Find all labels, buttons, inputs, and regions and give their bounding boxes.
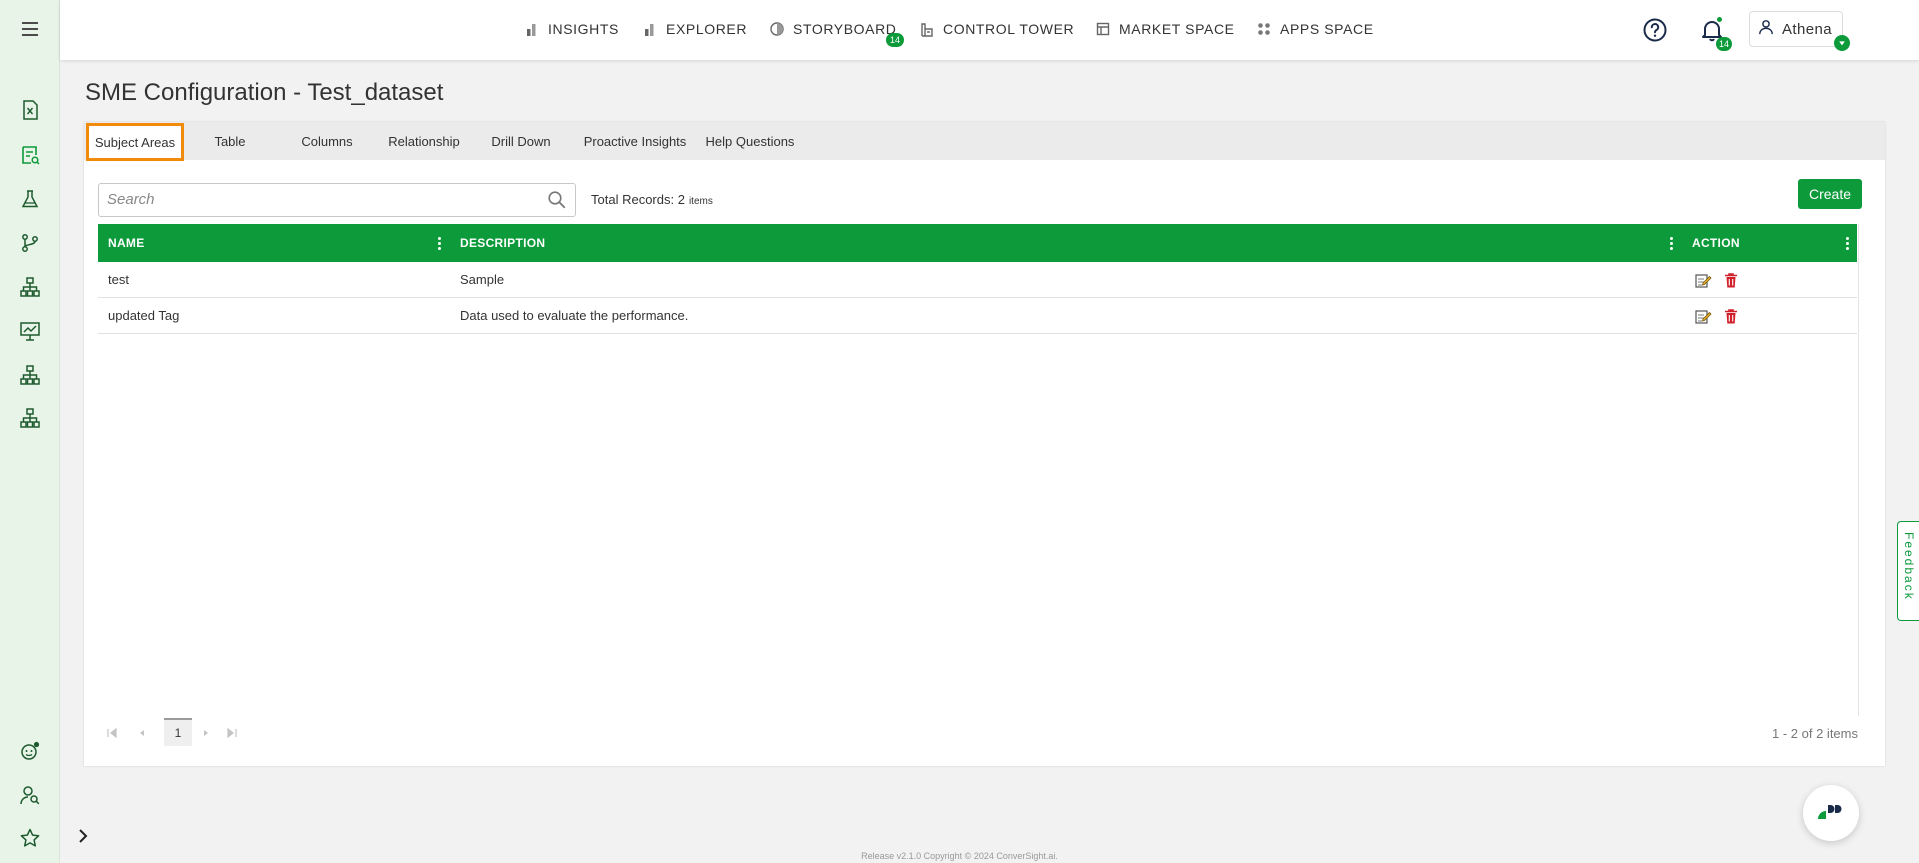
feedback-tab[interactable]: Feedback (1897, 521, 1919, 621)
excel-file-icon[interactable] (17, 97, 43, 123)
create-button[interactable]: Create (1798, 179, 1862, 209)
hierarchy-icon-2[interactable] (17, 362, 43, 388)
top-navigation: INSIGHTS EXPLORER STORYBOARD 14 CONTROL … (60, 0, 1919, 56)
previous-page-icon[interactable] (136, 727, 148, 739)
nav-control-tower-label: CONTROL TOWER (943, 21, 1075, 37)
hierarchy-icon-3[interactable] (17, 405, 43, 431)
nav-explorer-label: EXPLORER (666, 21, 748, 37)
presentation-chart-icon[interactable] (17, 318, 43, 344)
row-name: test (108, 272, 129, 287)
pagination-info: 1 - 2 of 2 items (1772, 726, 1858, 741)
insights-bar-icon (524, 21, 540, 37)
notification-badge: 14 (1716, 37, 1732, 51)
branch-icon[interactable] (17, 230, 43, 256)
top-bar: INSIGHTS EXPLORER STORYBOARD 14 CONTROL … (60, 0, 1919, 60)
nav-storyboard-label: STORYBOARD (793, 21, 897, 37)
total-records-label: Total Records: 2 (591, 192, 685, 207)
delete-icon[interactable] (1722, 307, 1740, 325)
feedback-label: Feedback (1902, 532, 1916, 601)
total-records-suffix: items (688, 196, 713, 207)
chat-assistant-button[interactable] (1803, 785, 1859, 841)
search-input[interactable] (99, 184, 535, 214)
table-row[interactable]: test Sample (98, 262, 1857, 298)
name-column-menu-icon[interactable] (436, 236, 442, 250)
search-icon[interactable] (547, 190, 567, 210)
nav-market-space[interactable]: MARKET SPACE (1095, 18, 1235, 40)
column-header-name[interactable]: NAME (108, 224, 145, 262)
edit-icon[interactable] (1694, 271, 1712, 289)
column-header-action: ACTION (1692, 236, 1740, 250)
nav-apps-space[interactable]: APPS SPACE (1256, 18, 1374, 40)
tab-table[interactable]: Table (192, 122, 268, 160)
tab-help-questions[interactable]: Help Questions (694, 122, 806, 160)
apps-space-icon (1256, 21, 1272, 37)
star-icon[interactable] (17, 825, 43, 851)
page-number-current[interactable]: 1 (164, 718, 192, 746)
footer-copyright: Release v2.1.0 Copyright © 2024 ConverSi… (861, 851, 1058, 861)
nav-explorer[interactable]: EXPLORER (642, 18, 747, 40)
data-report-icon[interactable] (17, 142, 43, 168)
tab-proactive-insights[interactable]: Proactive Insights (571, 122, 699, 160)
hierarchy-icon[interactable] (17, 274, 43, 300)
last-page-icon[interactable] (226, 727, 238, 739)
user-menu[interactable]: Athena (1749, 11, 1850, 51)
nav-apps-space-label: APPS SPACE (1280, 21, 1374, 37)
help-icon[interactable] (1642, 17, 1668, 43)
row-name: updated Tag (108, 308, 180, 323)
column-header-description[interactable]: DESCRIPTION (460, 224, 545, 262)
table-row[interactable]: updated Tag Data used to evaluate the pe… (98, 298, 1857, 334)
pagination: 1 1 - 2 of 2 items (98, 718, 1858, 748)
chat-assistant-icon (1816, 801, 1846, 830)
row-description: Sample (460, 272, 505, 287)
grid-header: NAME DESCRIPTION ACTION (98, 224, 1857, 262)
tab-bar: Subject Areas Table Columns Relationship… (84, 122, 1885, 161)
first-page-icon[interactable] (106, 727, 118, 739)
expand-sidebar-chevron-icon[interactable] (74, 827, 92, 845)
explorer-bar-icon (642, 21, 658, 37)
description-column-menu-icon[interactable] (1668, 236, 1674, 250)
user-search-icon[interactable] (17, 782, 43, 808)
left-sidebar (0, 0, 60, 863)
nav-market-space-label: MARKET SPACE (1119, 21, 1235, 37)
nav-insights[interactable]: INSIGHTS (524, 18, 619, 40)
tab-drill-down[interactable]: Drill Down (478, 122, 564, 160)
nav-control-tower[interactable]: CONTROL TOWER (919, 18, 1074, 40)
storyboard-badge: 14 (886, 33, 904, 47)
delete-icon[interactable] (1722, 271, 1740, 289)
assistant-status-icon[interactable] (17, 738, 43, 764)
market-space-icon (1095, 21, 1111, 37)
nav-storyboard[interactable]: STORYBOARD (769, 18, 897, 40)
next-page-icon[interactable] (200, 727, 212, 739)
tab-subject-areas[interactable]: Subject Areas (86, 123, 184, 161)
control-tower-icon (919, 21, 935, 37)
user-dropdown-chevron-icon (1834, 35, 1850, 51)
total-records: Total Records: 2 items (591, 192, 713, 207)
flask-icon[interactable] (17, 186, 43, 212)
search-box (98, 183, 576, 217)
user-name: Athena (1782, 20, 1832, 38)
action-column-menu-icon[interactable] (1844, 236, 1850, 250)
storyboard-icon (769, 21, 785, 37)
sme-config-panel: Subject Areas Table Columns Relationship… (84, 122, 1885, 766)
hamburger-menu-icon[interactable] (17, 16, 43, 42)
row-description: Data used to evaluate the performance. (460, 308, 689, 323)
tab-columns[interactable]: Columns (284, 122, 370, 160)
subject-areas-grid: NAME DESCRIPTION ACTION test Sample upda… (98, 224, 1859, 716)
page-title: SME Configuration - Test_dataset (85, 79, 444, 106)
user-icon (1758, 19, 1774, 40)
nav-insights-label: INSIGHTS (548, 21, 619, 37)
edit-icon[interactable] (1694, 307, 1712, 325)
tab-relationship[interactable]: Relationship (376, 122, 472, 160)
